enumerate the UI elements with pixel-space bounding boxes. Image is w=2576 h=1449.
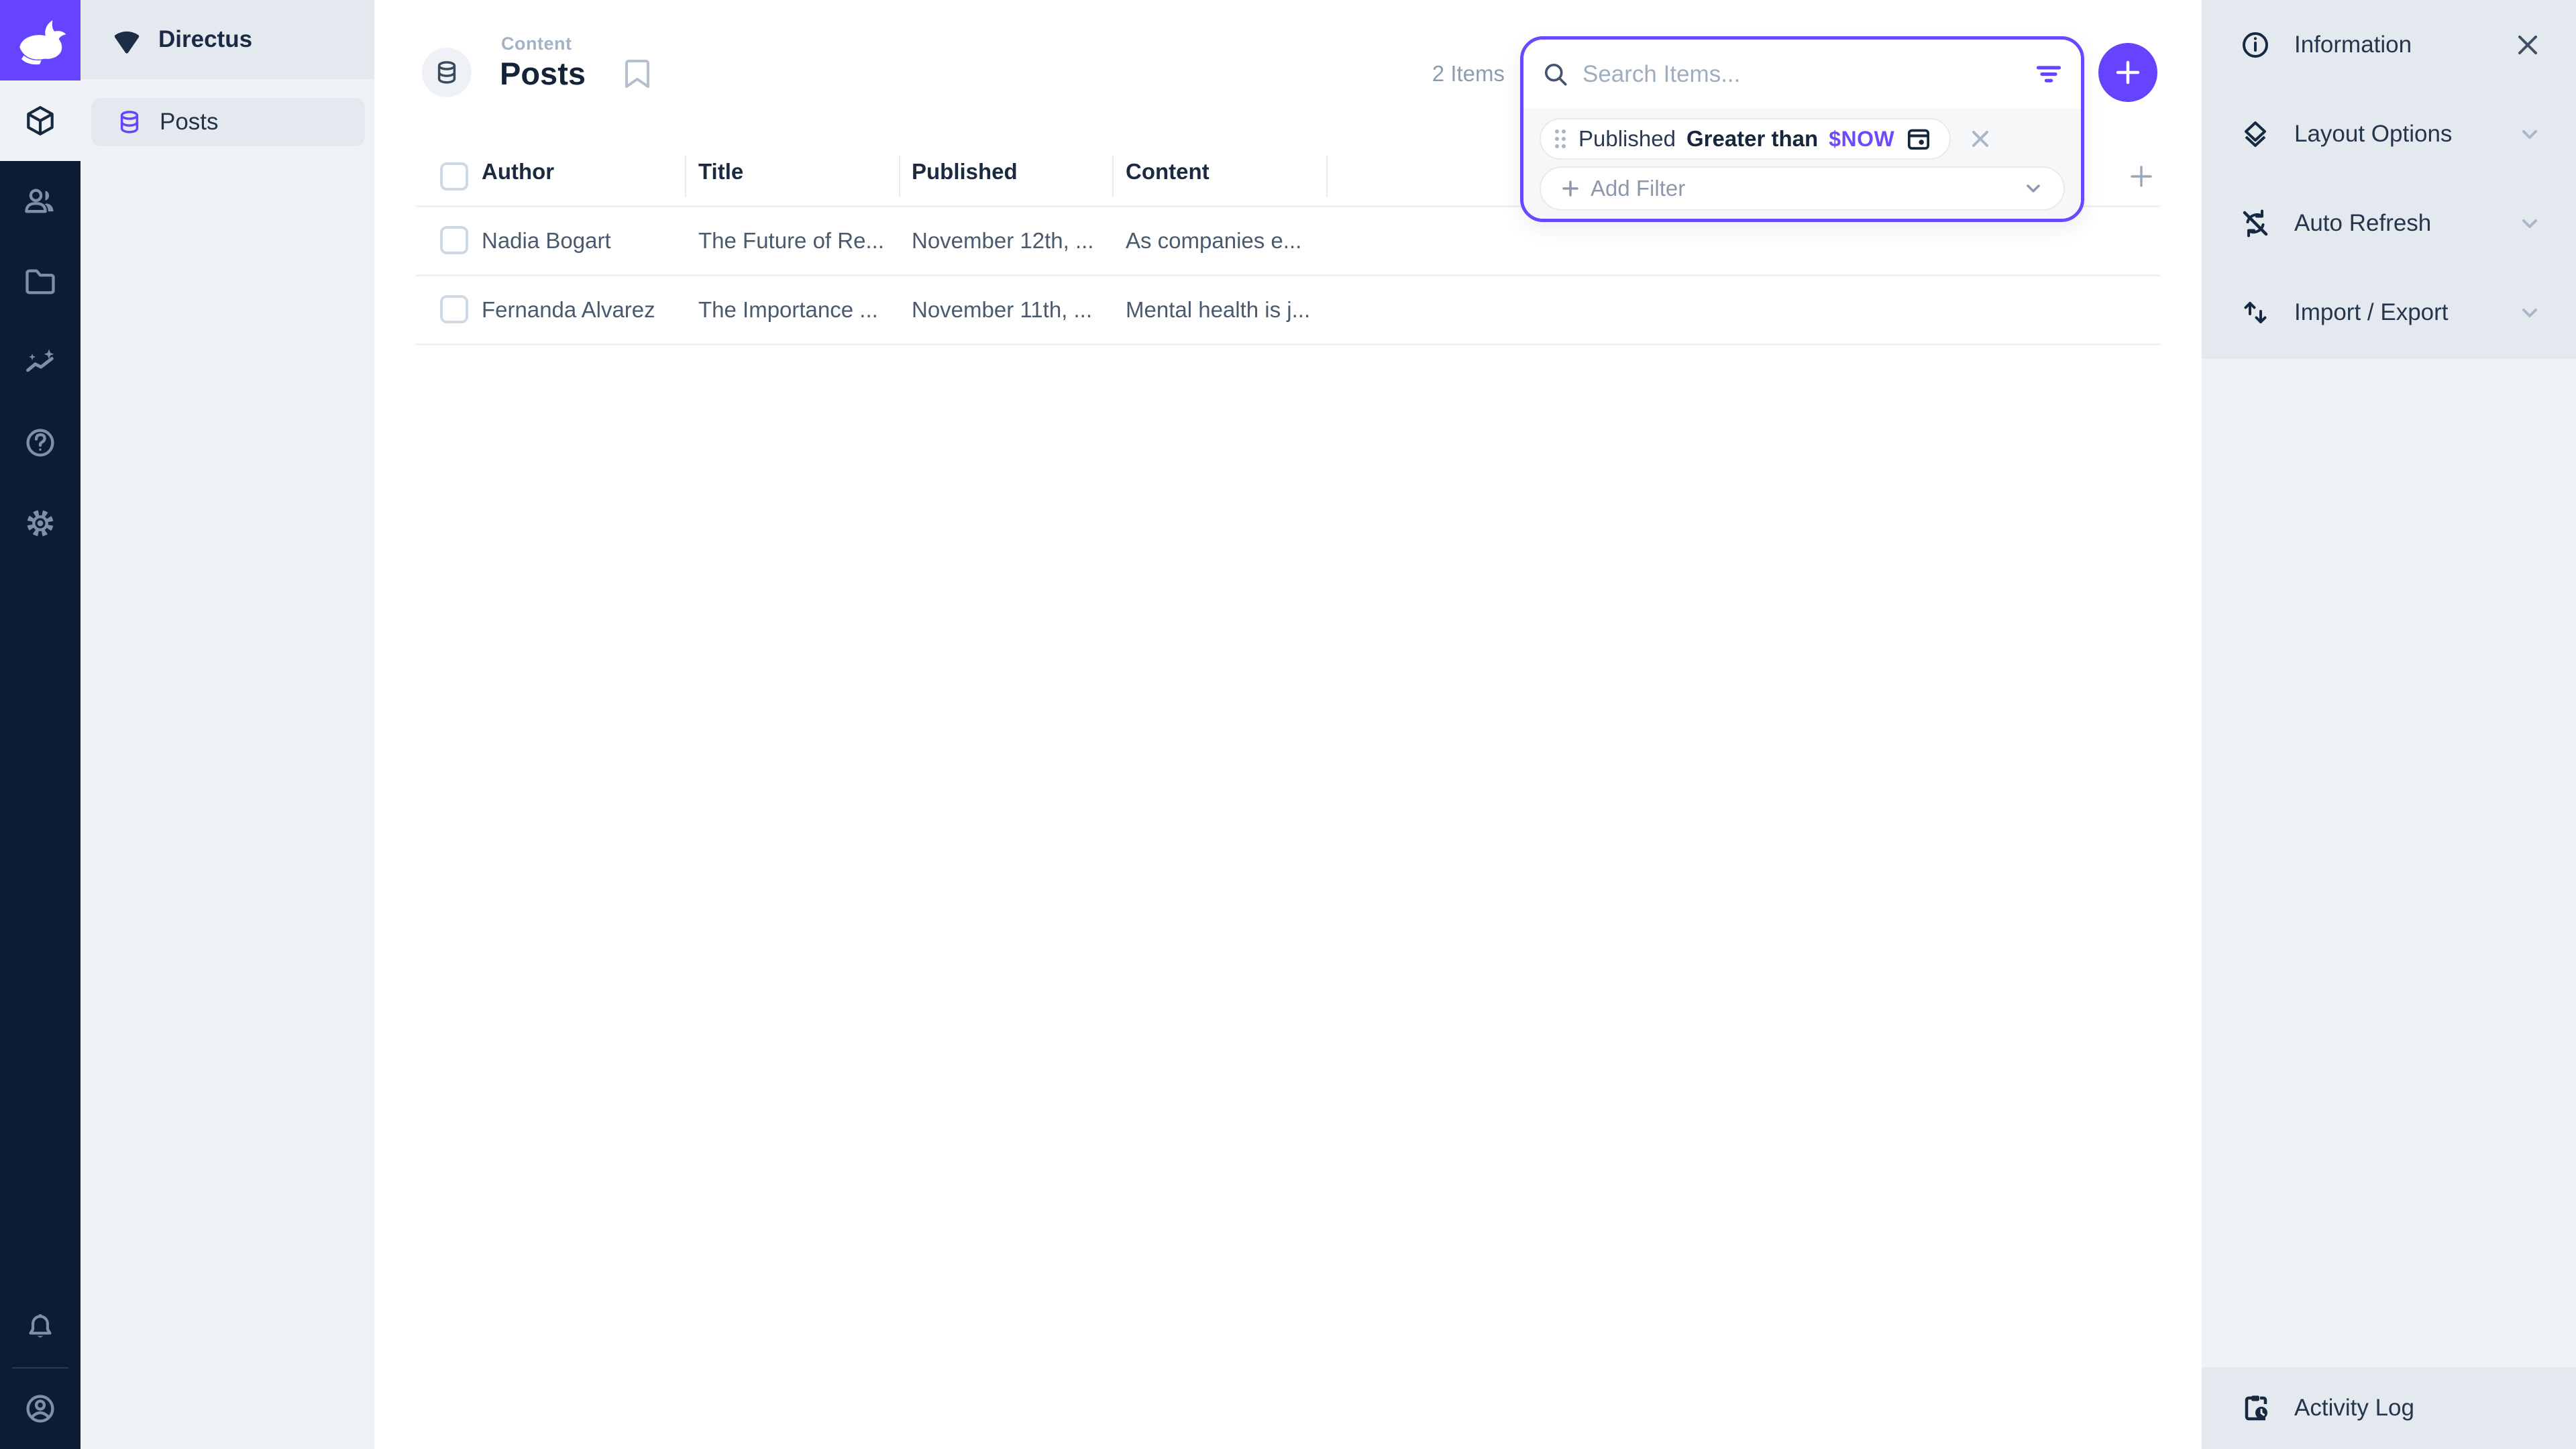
- sidebar-section-label: Layout Options: [2294, 121, 2494, 148]
- database-icon: [433, 58, 461, 87]
- directus-rabbit-icon: [12, 12, 68, 68]
- project-header[interactable]: Directus: [80, 0, 374, 79]
- cell-published[interactable]: November 12th, ...: [912, 228, 1093, 254]
- activity-log-button[interactable]: Activity Log: [2202, 1367, 2576, 1449]
- account-button[interactable]: [0, 1368, 80, 1449]
- cell-title[interactable]: The Future of Re...: [698, 228, 884, 254]
- collection-icon-button[interactable]: [422, 48, 472, 97]
- search-icon: [1541, 60, 1570, 89]
- module-content[interactable]: [0, 80, 80, 161]
- help-icon: [23, 425, 58, 460]
- close-icon[interactable]: [2513, 30, 2542, 60]
- fan-icon: [111, 24, 142, 55]
- module-docs[interactable]: [0, 402, 80, 483]
- select-all-checkbox[interactable]: [440, 162, 468, 191]
- bookmark-icon[interactable]: [624, 58, 651, 90]
- cell-content[interactable]: As companies e...: [1126, 228, 1301, 254]
- chevron-down-icon: [2517, 300, 2542, 325]
- activity-log-label: Activity Log: [2294, 1395, 2576, 1421]
- page-title: Posts: [500, 55, 586, 92]
- row-checkbox[interactable]: [440, 295, 468, 323]
- column-header-title[interactable]: Title: [698, 159, 743, 184]
- info-icon: [2239, 29, 2271, 61]
- add-column-button[interactable]: [2127, 162, 2156, 191]
- directus-logo[interactable]: [0, 0, 80, 80]
- activity-log-icon: [2239, 1392, 2271, 1424]
- filter-chip[interactable]: Published Greater than $NOW: [1540, 118, 1951, 160]
- chevron-down-icon: [2517, 121, 2542, 147]
- filter-field[interactable]: Published: [1578, 126, 1676, 152]
- column-divider[interactable]: [1326, 156, 1328, 197]
- search-filter-panel: Published Greater than $NOW: [1520, 36, 2084, 222]
- filter-icon[interactable]: [2034, 60, 2063, 89]
- module-files[interactable]: [0, 241, 80, 322]
- gear-icon: [23, 506, 58, 541]
- users-icon: [23, 184, 58, 219]
- cell-content[interactable]: Mental health is j...: [1126, 297, 1310, 323]
- add-filter-button[interactable]: Add Filter: [1540, 166, 2065, 211]
- drag-handle-icon[interactable]: [1553, 127, 1568, 150]
- table-divider: [416, 274, 2160, 276]
- active-filters-zone: Published Greater than $NOW: [1523, 109, 2081, 219]
- search-input[interactable]: [1582, 61, 2022, 88]
- account-icon: [23, 1391, 58, 1426]
- chevron-down-icon: [2517, 211, 2542, 236]
- navigation-sidebar: Directus Posts: [80, 0, 374, 1449]
- sidebar-section-label: Import / Export: [2294, 299, 2494, 326]
- calendar-icon[interactable]: [1905, 125, 1932, 152]
- notifications-button[interactable]: [0, 1288, 80, 1367]
- sidebar-section-import-export[interactable]: Import / Export: [2202, 268, 2576, 357]
- insights-icon: [23, 345, 58, 380]
- search-row: [1523, 40, 2081, 109]
- module-insights[interactable]: [0, 322, 80, 402]
- create-item-button[interactable]: [2098, 43, 2157, 102]
- column-divider[interactable]: [685, 156, 686, 197]
- items-count: 2 Items: [1371, 61, 1505, 87]
- sidebar-item-posts[interactable]: Posts: [91, 98, 365, 146]
- sidebar-section-layout-options[interactable]: Layout Options: [2202, 89, 2576, 178]
- column-header-author[interactable]: Author: [482, 159, 554, 184]
- add-filter-label: Add Filter: [1591, 176, 2012, 201]
- project-name: Directus: [158, 26, 252, 53]
- column-header-published[interactable]: Published: [912, 159, 1018, 184]
- bell-icon: [23, 1311, 57, 1344]
- table-divider: [416, 343, 2160, 345]
- sidebar-section-information[interactable]: Information: [2202, 0, 2576, 89]
- cell-author[interactable]: Nadia Bogart: [482, 228, 611, 254]
- nav-item-label: Posts: [160, 109, 219, 136]
- column-divider[interactable]: [1112, 156, 1114, 197]
- cell-title[interactable]: The Importance ...: [698, 297, 878, 323]
- swap-vert-icon: [2239, 297, 2271, 329]
- module-bar: [0, 0, 80, 1449]
- cell-published[interactable]: November 11th, ...: [912, 297, 1092, 323]
- info-sidebar: Information Layout Options: [2202, 0, 2576, 1449]
- module-settings[interactable]: [0, 483, 80, 564]
- sidebar-section-auto-refresh[interactable]: Auto Refresh: [2202, 178, 2576, 268]
- sync-disabled-icon: [2239, 207, 2271, 239]
- folder-icon: [23, 264, 58, 299]
- filter-value[interactable]: $NOW: [1829, 127, 1894, 152]
- main-content: Content Posts 2 Items: [374, 0, 2202, 1449]
- chevron-down-icon: [2022, 177, 2045, 200]
- box-icon: [23, 104, 57, 138]
- column-header-content[interactable]: Content: [1126, 159, 1210, 184]
- directus-app: Directus Posts Cont: [0, 0, 2576, 1449]
- row-checkbox[interactable]: [440, 226, 468, 254]
- layers-icon: [2239, 118, 2271, 150]
- cell-author[interactable]: Fernanda Alvarez: [482, 297, 655, 323]
- plus-icon: [1560, 178, 1581, 199]
- sidebar-section-label: Auto Refresh: [2294, 210, 2494, 237]
- breadcrumb[interactable]: Content: [501, 34, 572, 54]
- module-users[interactable]: [0, 161, 80, 241]
- column-divider[interactable]: [899, 156, 900, 197]
- remove-filter-icon[interactable]: [1968, 127, 1992, 151]
- database-icon: [115, 108, 144, 136]
- sidebar-section-label: Information: [2294, 32, 2490, 58]
- filter-operator[interactable]: Greater than: [1686, 126, 1818, 152]
